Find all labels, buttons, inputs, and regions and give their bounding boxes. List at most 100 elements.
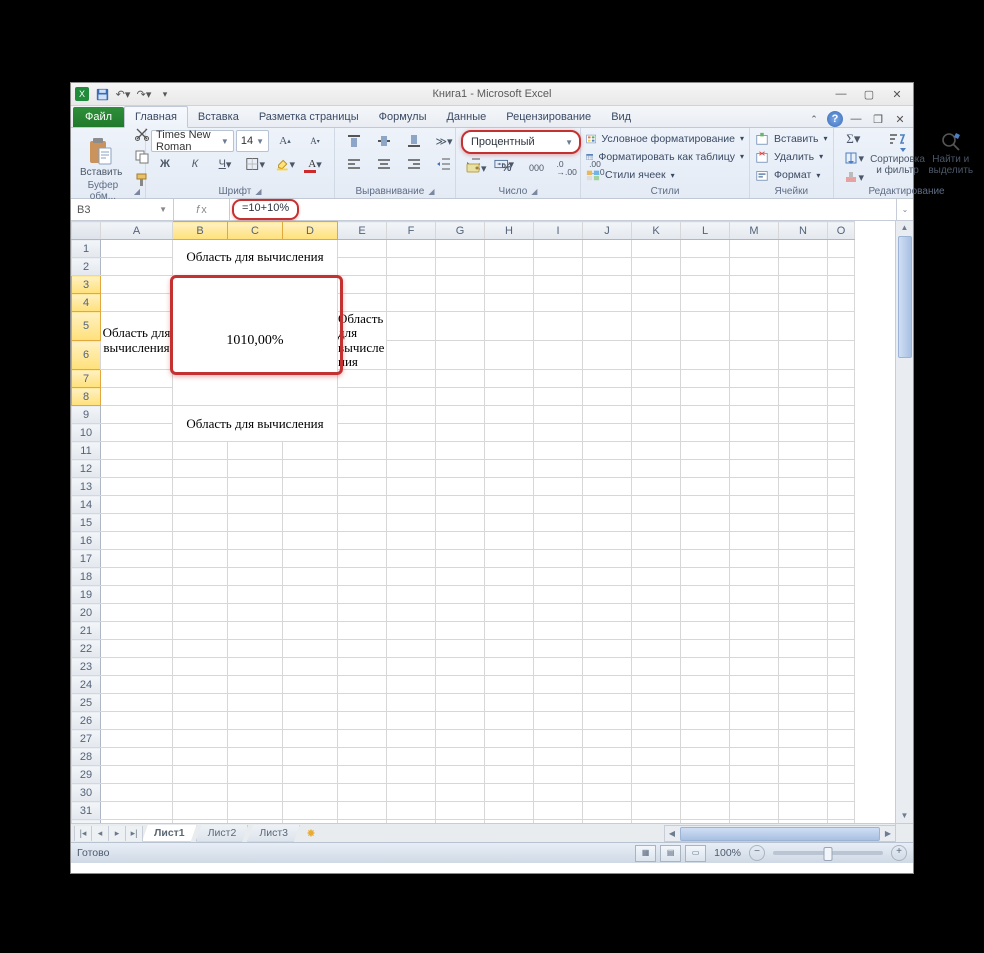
cell[interactable] <box>681 640 730 658</box>
cell[interactable] <box>828 496 855 514</box>
cell[interactable] <box>283 676 338 694</box>
cell[interactable] <box>228 784 283 802</box>
cell[interactable] <box>534 658 583 676</box>
row-header[interactable]: 13 <box>72 478 101 496</box>
cell[interactable] <box>338 712 387 730</box>
number-dialog-icon[interactable]: ◢ <box>531 187 537 196</box>
cell[interactable] <box>828 712 855 730</box>
cell[interactable] <box>534 586 583 604</box>
cell[interactable] <box>828 802 855 820</box>
cell[interactable] <box>632 784 681 802</box>
cell[interactable] <box>681 712 730 730</box>
grid-row[interactable]: 11 <box>72 442 855 460</box>
cell[interactable] <box>283 514 338 532</box>
cell[interactable] <box>101 370 173 388</box>
cell[interactable] <box>101 532 173 550</box>
tab-review[interactable]: Рецензирование <box>496 107 601 127</box>
cell[interactable] <box>387 802 436 820</box>
cell[interactable] <box>583 514 632 532</box>
cell[interactable] <box>534 730 583 748</box>
cell[interactable] <box>534 694 583 712</box>
cell[interactable] <box>632 568 681 586</box>
merged-cell[interactable]: Область для вычисления <box>101 312 173 370</box>
scroll-thumb[interactable] <box>898 236 912 358</box>
cell[interactable] <box>436 240 485 258</box>
cell[interactable] <box>485 802 534 820</box>
cell[interactable] <box>485 550 534 568</box>
cell[interactable] <box>387 388 436 406</box>
cell[interactable] <box>387 460 436 478</box>
col-I[interactable]: I <box>534 222 583 240</box>
undo-icon[interactable]: ↶▾ <box>114 86 132 102</box>
hscroll-left-icon[interactable]: ◀ <box>665 829 679 838</box>
cell[interactable] <box>387 694 436 712</box>
row-header[interactable]: 10 <box>72 424 101 442</box>
cell[interactable] <box>387 370 436 388</box>
cell[interactable] <box>730 658 779 676</box>
cell[interactable] <box>828 312 855 341</box>
cell[interactable] <box>779 312 828 341</box>
cell[interactable] <box>436 766 485 784</box>
accounting-format-icon[interactable]: ▾ <box>461 157 491 179</box>
cell[interactable] <box>387 312 436 341</box>
cell[interactable] <box>387 604 436 622</box>
row-header[interactable]: 19 <box>72 586 101 604</box>
col-M[interactable]: M <box>730 222 779 240</box>
cell[interactable] <box>485 784 534 802</box>
view-normal-icon[interactable]: ▦ <box>635 845 656 862</box>
cell[interactable] <box>283 622 338 640</box>
cell[interactable] <box>387 730 436 748</box>
percent-style-icon[interactable]: % <box>493 157 521 179</box>
cell[interactable] <box>779 676 828 694</box>
cell[interactable] <box>436 460 485 478</box>
row-header[interactable]: 23 <box>72 658 101 676</box>
cell[interactable] <box>338 622 387 640</box>
cell[interactable] <box>173 514 228 532</box>
cell[interactable] <box>485 258 534 276</box>
cell[interactable] <box>283 496 338 514</box>
cell[interactable] <box>283 712 338 730</box>
grid-row[interactable]: 12 <box>72 460 855 478</box>
cell[interactable] <box>583 240 632 258</box>
cell[interactable] <box>828 568 855 586</box>
cell[interactable] <box>338 784 387 802</box>
cell[interactable] <box>173 532 228 550</box>
ribbon-minimize-icon[interactable]: ⌃ <box>805 111 823 127</box>
cell[interactable] <box>387 640 436 658</box>
cell[interactable] <box>436 341 485 370</box>
cell[interactable] <box>228 748 283 766</box>
cell[interactable] <box>436 514 485 532</box>
maximize-button[interactable]: ▢ <box>856 86 882 102</box>
cell[interactable] <box>283 784 338 802</box>
cell[interactable] <box>387 341 436 370</box>
cell[interactable] <box>485 766 534 784</box>
grid-row[interactable]: 17 <box>72 550 855 568</box>
cell[interactable] <box>387 478 436 496</box>
cell[interactable] <box>101 388 173 406</box>
cell[interactable] <box>779 622 828 640</box>
cell[interactable] <box>228 604 283 622</box>
grid-row[interactable]: 16 <box>72 532 855 550</box>
cell[interactable] <box>228 676 283 694</box>
cell[interactable] <box>681 802 730 820</box>
row-header[interactable]: 17 <box>72 550 101 568</box>
cell[interactable] <box>173 478 228 496</box>
cell[interactable] <box>485 748 534 766</box>
cell[interactable] <box>681 766 730 784</box>
align-middle-icon[interactable] <box>370 130 398 152</box>
cell[interactable] <box>828 341 855 370</box>
cell[interactable] <box>779 442 828 460</box>
cell[interactable] <box>283 802 338 820</box>
cell[interactable] <box>387 258 436 276</box>
cell[interactable] <box>730 424 779 442</box>
row-header[interactable]: 2 <box>72 258 101 276</box>
grid-row[interactable]: 31 <box>72 802 855 820</box>
grid-row[interactable]: 23 <box>72 658 855 676</box>
cell[interactable] <box>534 550 583 568</box>
zoom-percent[interactable]: 100% <box>714 847 741 859</box>
cell[interactable] <box>779 730 828 748</box>
cell[interactable] <box>828 784 855 802</box>
cell[interactable] <box>730 294 779 312</box>
col-H[interactable]: H <box>485 222 534 240</box>
cell[interactable] <box>228 478 283 496</box>
